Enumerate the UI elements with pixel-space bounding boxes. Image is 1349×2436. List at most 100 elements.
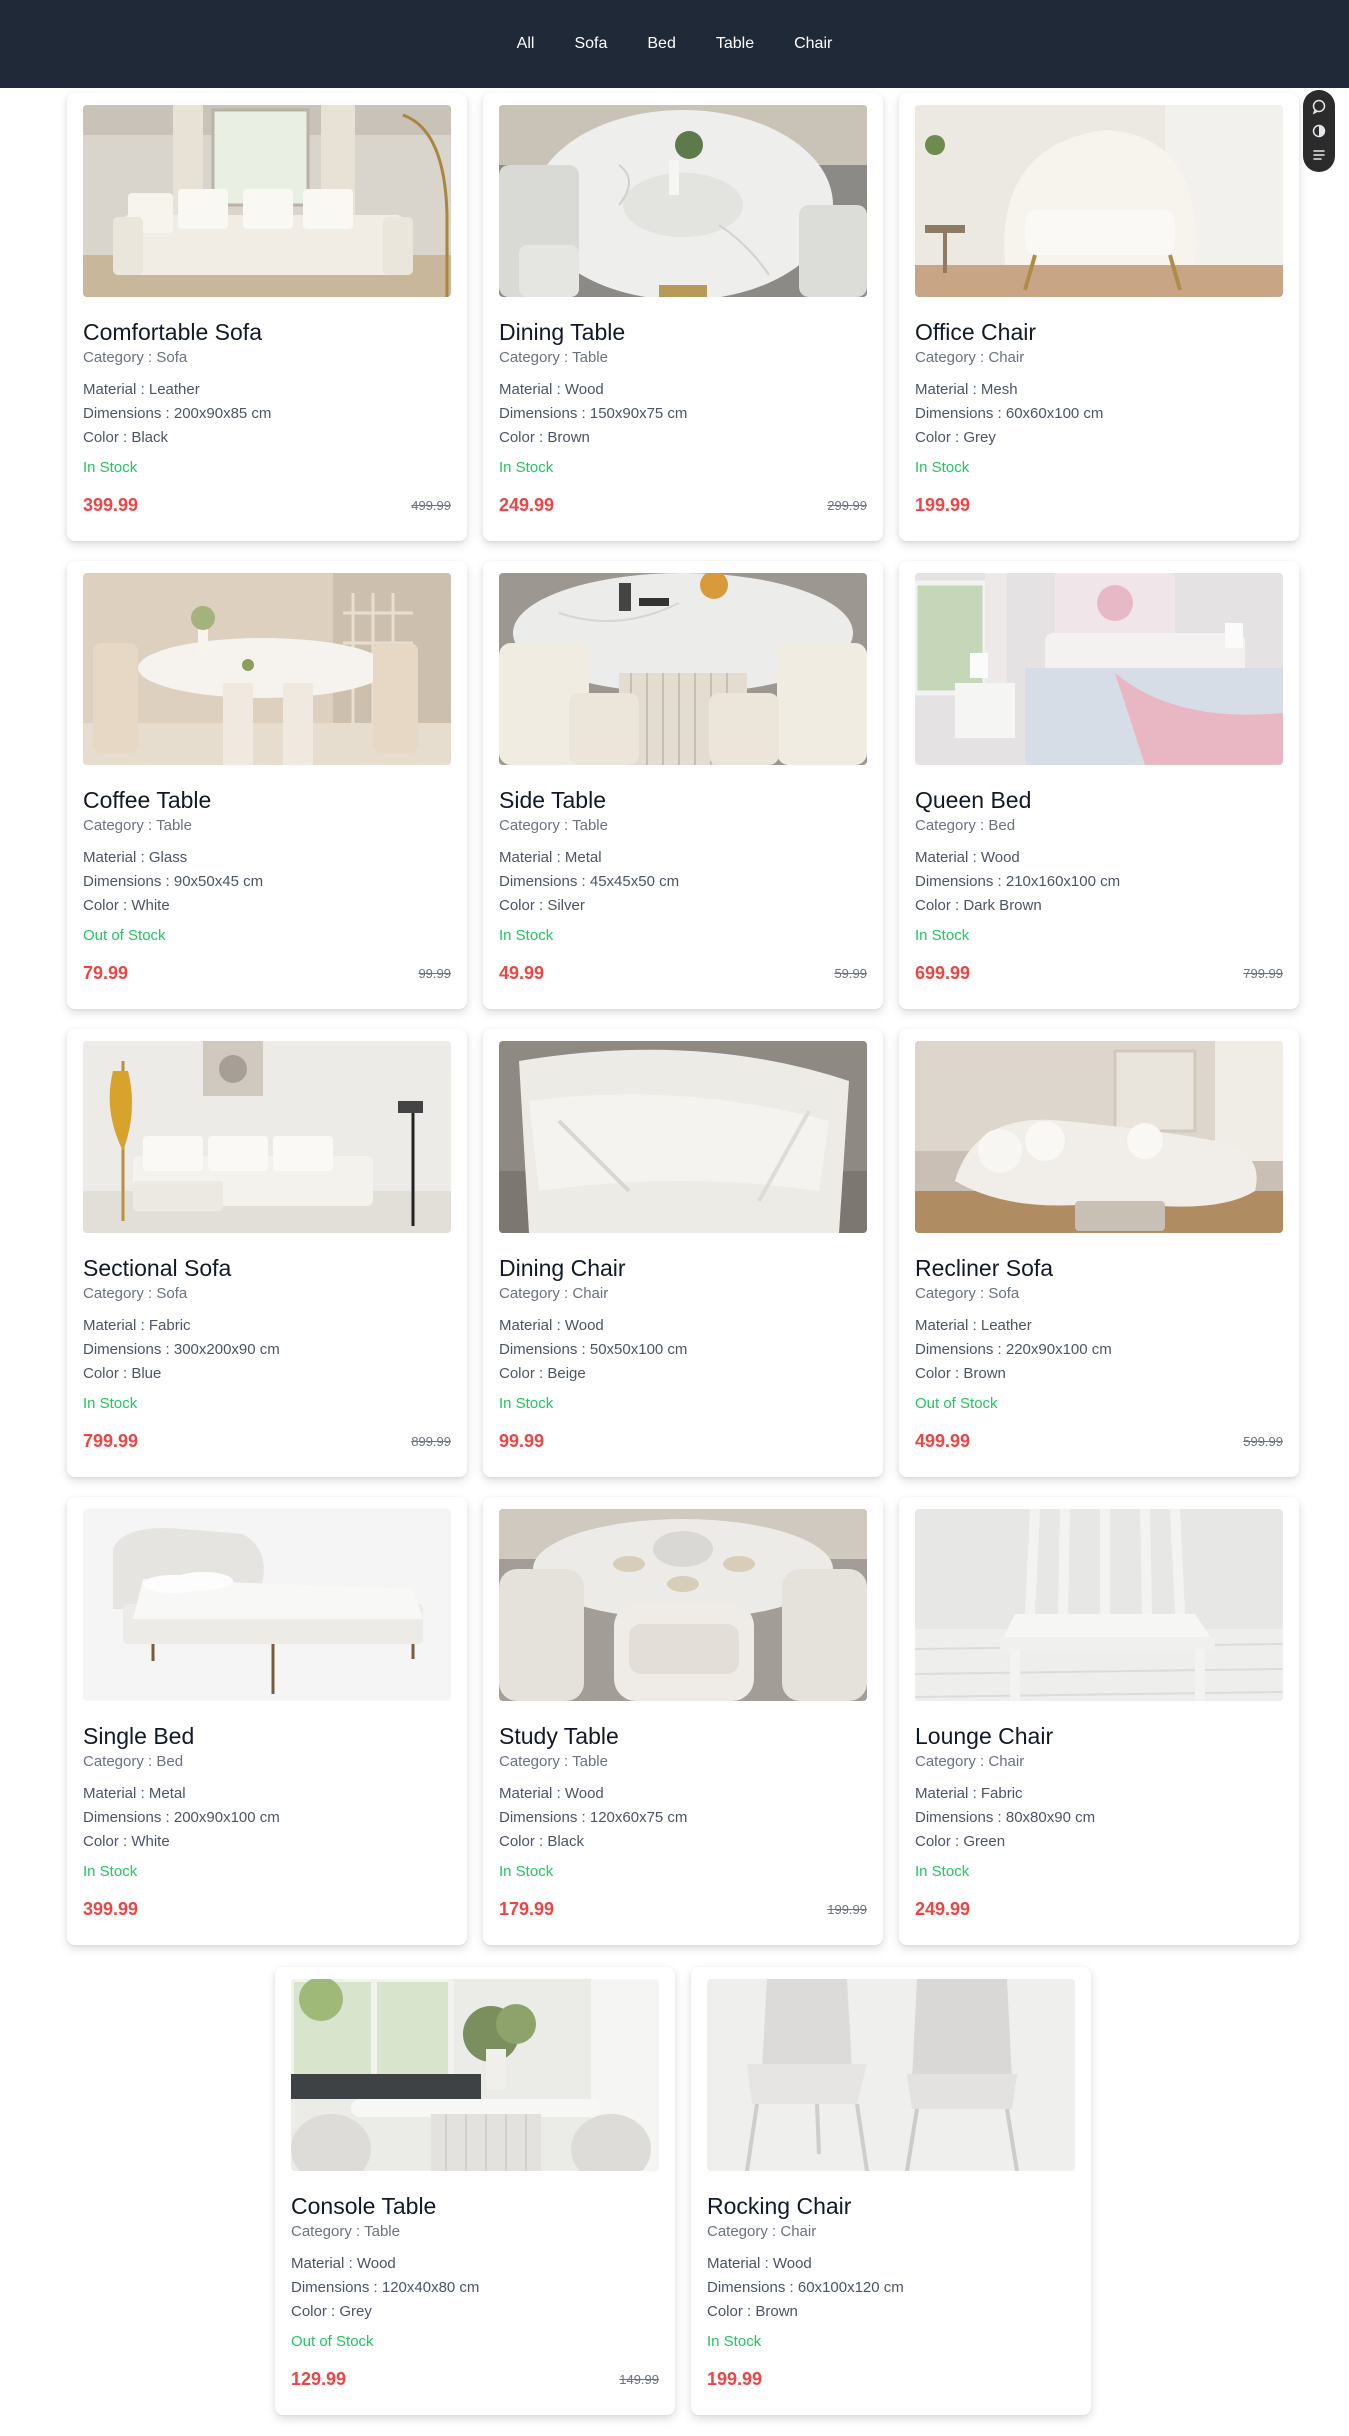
product-old-price: 59.99 [834, 966, 867, 981]
price-row: 199.99 [707, 2369, 1075, 2390]
product-color: Color : Grey [291, 2303, 372, 2320]
product-card-single-bed[interactable]: Single Bed Category : Bed Material : Met… [67, 1497, 467, 1945]
product-image-queen-bed [915, 573, 1283, 765]
product-price: 399.99 [83, 495, 139, 515]
product-category: Category : Chair [915, 1753, 1025, 1770]
product-specs: Material : Wood Dimensions : 50x50x100 c… [499, 1314, 867, 1386]
nav-bed[interactable]: Bed [647, 35, 675, 53]
product-name: Recliner Sofa [915, 1255, 1054, 1281]
product-name: Queen Bed [915, 787, 1032, 813]
product-category: Category : Sofa [83, 349, 188, 366]
product-card-side-table[interactable]: Side Table Category : Table Material : M… [483, 561, 883, 1009]
product-color: Color : Brown [915, 1365, 1006, 1382]
product-color: Color : White [83, 1833, 170, 1850]
product-card-rocking-chair[interactable]: Rocking Chair Category : Chair Material … [691, 1967, 1091, 2415]
product-card-comfortable-sofa[interactable]: Comfortable Sofa Category : Sofa Materia… [67, 93, 467, 541]
product-price: 199.99 [915, 495, 971, 515]
product-specs: Material : Wood Dimensions : 210x160x100… [915, 846, 1283, 918]
product-category: Category : Sofa [83, 1285, 188, 1302]
product-old-price: 499.99 [411, 498, 451, 513]
stock-status: Out of Stock [83, 927, 166, 944]
product-name: Side Table [499, 787, 606, 813]
product-card-queen-bed[interactable]: Queen Bed Category : Bed Material : Wood… [899, 561, 1299, 1009]
price-row: 179.99 199.99 [499, 1899, 867, 1920]
product-name: Comfortable Sofa [83, 319, 262, 345]
product-category: Category : Table [499, 817, 608, 834]
product-grid-last-row: Console Table Category : Table Material … [275, 1967, 1091, 2415]
price-row: 49.99 59.99 [499, 963, 867, 984]
product-category: Category : Table [83, 817, 192, 834]
product-name: Dining Table [499, 319, 626, 345]
product-dimensions: Dimensions : 60x100x120 cm [707, 2279, 904, 2296]
product-name: Dining Chair [499, 1255, 626, 1281]
product-category: Category : Chair [499, 1285, 609, 1302]
product-card-sectional-sofa[interactable]: Sectional Sofa Category : Sofa Material … [67, 1029, 467, 1477]
product-card-dining-table[interactable]: Dining Table Category : Table Material :… [483, 93, 883, 541]
product-specs: Material : Fabric Dimensions : 300x200x9… [83, 1314, 451, 1386]
product-material: Material : Fabric [83, 1317, 191, 1334]
product-material: Material : Glass [83, 849, 188, 866]
theme-toggle-icon[interactable] [1308, 120, 1330, 142]
product-card-dining-chair[interactable]: Dining Chair Category : Chair Material :… [483, 1029, 883, 1477]
product-material: Material : Wood [499, 1785, 604, 1802]
product-specs: Material : Wood Dimensions : 120x40x80 c… [291, 2252, 659, 2324]
product-image-recliner-sofa [915, 1041, 1283, 1233]
product-old-price: 99.99 [418, 966, 451, 981]
product-material: Material : Wood [499, 1317, 604, 1334]
chat-icon[interactable] [1308, 96, 1330, 118]
price-row: 129.99 149.99 [291, 2369, 659, 2390]
stock-status: In Stock [83, 1395, 138, 1412]
product-price: 249.99 [915, 1899, 971, 1919]
product-card-study-table[interactable]: Study Table Category : Table Material : … [483, 1497, 883, 1945]
product-card-recliner-sofa[interactable]: Recliner Sofa Category : Sofa Material :… [899, 1029, 1299, 1477]
product-price: 49.99 [499, 963, 545, 983]
stock-status: In Stock [83, 1863, 138, 1880]
product-card-coffee-table[interactable]: Coffee Table Category : Table Material :… [67, 561, 467, 1009]
product-category: Category : Chair [915, 349, 1025, 366]
product-color: Color : White [83, 897, 170, 914]
stock-status: In Stock [915, 1863, 970, 1880]
product-price: 79.99 [83, 963, 129, 983]
stock-status: In Stock [915, 927, 970, 944]
product-image-single-bed [83, 1509, 451, 1701]
product-dimensions: Dimensions : 120x40x80 cm [291, 2279, 480, 2296]
product-specs: Material : Fabric Dimensions : 80x80x90 … [915, 1782, 1283, 1854]
product-specs: Material : Wood Dimensions : 60x100x120 … [707, 2252, 1075, 2324]
product-old-price: 199.99 [827, 1902, 867, 1917]
product-image-study-table [499, 1509, 867, 1701]
product-card-console-table[interactable]: Console Table Category : Table Material … [275, 1967, 675, 2415]
product-price: 99.99 [499, 1431, 545, 1451]
product-image-sectional-sofa [83, 1041, 451, 1233]
product-category: Category : Bed [915, 817, 1016, 834]
product-price: 799.99 [83, 1431, 139, 1451]
product-old-price: 799.99 [1243, 966, 1283, 981]
product-material: Material : Metal [83, 1785, 186, 1802]
product-card-lounge-chair[interactable]: Lounge Chair Category : Chair Material :… [899, 1497, 1299, 1945]
nav-all[interactable]: All [517, 35, 535, 53]
product-material: Material : Metal [499, 849, 602, 866]
product-card-office-chair[interactable]: Office Chair Category : Chair Material :… [899, 93, 1299, 541]
nav-sofa[interactable]: Sofa [574, 35, 607, 53]
stock-status: In Stock [915, 459, 970, 476]
product-price: 249.99 [499, 495, 555, 515]
price-row: 249.99 299.99 [499, 495, 867, 516]
price-row: 99.99 [499, 1431, 867, 1452]
product-name: Rocking Chair [707, 2193, 852, 2219]
product-category: Category : Sofa [915, 1285, 1020, 1302]
product-dimensions: Dimensions : 200x90x100 cm [83, 1809, 280, 1826]
floating-toolbar [1303, 90, 1335, 172]
nav-chair[interactable]: Chair [794, 35, 832, 53]
product-specs: Material : Metal Dimensions : 200x90x100… [83, 1782, 451, 1854]
menu-icon[interactable] [1308, 144, 1330, 166]
product-price: 179.99 [499, 1899, 555, 1919]
product-color: Color : Beige [499, 1365, 586, 1382]
product-color: Color : Dark Brown [915, 897, 1042, 914]
product-color: Color : Grey [915, 429, 996, 446]
price-row: 399.99 [83, 1899, 451, 1920]
nav-table[interactable]: Table [716, 35, 754, 53]
product-category: Category : Table [291, 2223, 400, 2240]
product-price: 199.99 [707, 2369, 763, 2389]
product-specs: Material : Mesh Dimensions : 60x60x100 c… [915, 378, 1283, 450]
product-old-price: 599.99 [1243, 1434, 1283, 1449]
product-price: 129.99 [291, 2369, 347, 2389]
